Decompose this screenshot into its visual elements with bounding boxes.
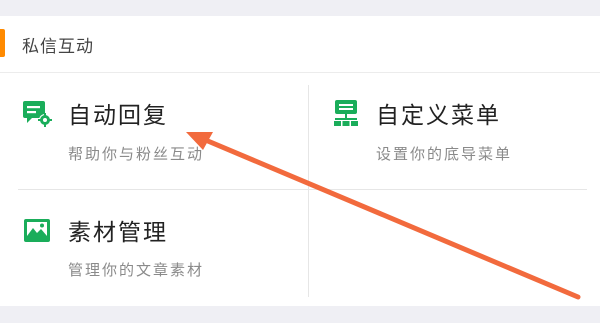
section-accent-bar — [0, 29, 5, 57]
custom-menu-entry[interactable]: 自定义菜单 设置你的底导菜单 — [309, 73, 600, 190]
bottom-spacer — [0, 306, 600, 323]
custom-menu-title: 自定义菜单 — [376, 103, 501, 129]
auto-reply-subtitle: 帮助你与粉丝互动 — [68, 145, 205, 163]
material-title: 素材管理 — [68, 220, 168, 246]
material-subtitle: 管理你的文章素材 — [68, 261, 205, 279]
private-message-card: 私信互动 自动回复 帮助你与粉丝互动 自定义菜单 设置你的底导菜单 素材管理 管… — [0, 16, 600, 306]
auto-reply-title: 自动回复 — [68, 103, 168, 129]
feature-grid: 自动回复 帮助你与粉丝互动 自定义菜单 设置你的底导菜单 素材管理 管理你的文章… — [0, 73, 600, 306]
custom-menu-icon — [334, 100, 358, 126]
auto-reply-icon — [23, 101, 52, 127]
section-title: 私信互动 — [22, 37, 94, 57]
custom-menu-subtitle: 设置你的底导菜单 — [376, 145, 513, 163]
material-icon — [24, 219, 50, 242]
section-header: 私信互动 — [0, 16, 600, 73]
empty-grid-cell — [309, 191, 600, 301]
material-management-entry[interactable]: 素材管理 管理你的文章素材 — [0, 191, 308, 301]
auto-reply-entry[interactable]: 自动回复 帮助你与粉丝互动 — [0, 73, 308, 190]
